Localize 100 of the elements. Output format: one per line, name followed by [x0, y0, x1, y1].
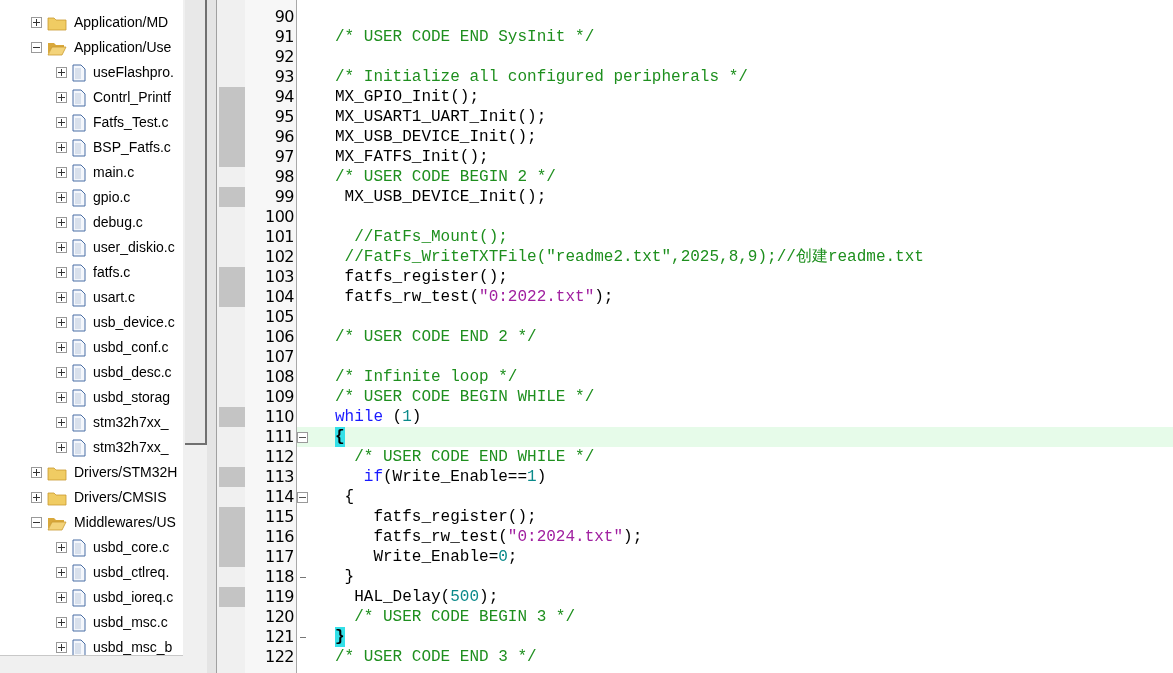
fold-icon[interactable] [297, 491, 308, 503]
code-text: fatfs_rw_test( [372, 527, 508, 547]
tree-item[interactable]: usbd_desc.c [93, 362, 172, 383]
expand-icon[interactable] [56, 567, 67, 578]
expand-icon[interactable] [56, 442, 67, 453]
file-icon [72, 288, 86, 307]
tree-item[interactable]: stm32h7xx_ [93, 437, 169, 458]
tree-item[interactable]: stm32h7xx_ [93, 412, 169, 433]
expand-icon[interactable] [56, 642, 67, 653]
tree-item[interactable]: fatfs.c [93, 262, 131, 283]
code-text: fatfs_rw_test( [343, 287, 480, 307]
line-number: 111 [264, 427, 294, 447]
collapse-icon[interactable] [31, 42, 42, 53]
horizontal-scrollbar[interactable] [0, 655, 183, 673]
code-text: /* USER CODE END 2 */ [335, 327, 537, 347]
code-text: //FatFs_WriteTXTFile("readme2.txt",2025,8,9);//创建readme.txt [343, 247, 924, 267]
expand-icon[interactable] [56, 417, 67, 428]
tree-item[interactable]: gpio.c [93, 187, 131, 208]
expand-icon[interactable] [56, 367, 67, 378]
code-text: //FatFs_Mount(); [353, 227, 508, 247]
tree-item[interactable]: Drivers/CMSIS [74, 487, 167, 508]
tree-item[interactable]: Fatfs_Test.c [93, 112, 169, 133]
file-icon [72, 413, 86, 432]
code-text: 500 [450, 587, 480, 607]
expand-icon[interactable] [56, 617, 67, 628]
expand-icon[interactable] [56, 342, 67, 353]
expand-icon[interactable] [56, 542, 67, 553]
scrollbar-thumb[interactable] [185, 0, 207, 445]
line-number: 103 [264, 267, 294, 287]
code-text: HAL_Delay( [353, 587, 451, 607]
expand-icon[interactable] [56, 167, 67, 178]
tree-item[interactable]: usbd_msc.c [93, 612, 168, 633]
file-icon [72, 263, 86, 282]
line-number: 114 [264, 487, 294, 507]
file-icon [72, 588, 86, 607]
line-number: 116 [264, 527, 294, 547]
expand-icon[interactable] [56, 142, 67, 153]
line-number: 110 [264, 407, 294, 427]
tree-item[interactable]: usbd_ctlreq. [93, 562, 170, 583]
fold-icon[interactable] [297, 431, 308, 443]
tree-item[interactable]: user_diskio.c [93, 237, 175, 258]
expand-icon[interactable] [56, 117, 67, 128]
line-number: 112 [264, 447, 294, 467]
expand-icon[interactable] [56, 92, 67, 103]
tree-item[interactable]: usbd_core.c [93, 537, 170, 558]
tree-item[interactable]: useFlashpro. [93, 62, 174, 83]
tree-item[interactable]: usbd_storag [93, 387, 171, 408]
file-icon [72, 113, 86, 132]
line-number: 100 [264, 207, 294, 227]
expand-icon[interactable] [31, 467, 42, 478]
code-text: if [362, 467, 383, 487]
line-number: 91 [274, 27, 294, 47]
file-icon [72, 538, 86, 557]
tree-item[interactable]: usart.c [93, 287, 135, 308]
tree-item[interactable]: main.c [93, 162, 135, 183]
collapse-icon[interactable] [31, 517, 42, 528]
tree-item[interactable]: Middlewares/US [74, 512, 176, 533]
expand-icon[interactable] [31, 492, 42, 503]
expand-icon[interactable] [31, 17, 42, 28]
tree-item[interactable]: usbd_msc_b [93, 637, 173, 655]
code-text: 1 [402, 407, 412, 427]
file-icon [72, 163, 86, 182]
code-text: MX_USART1_UART_Init(); [335, 107, 547, 127]
file-icon [72, 88, 86, 107]
expand-icon[interactable] [56, 67, 67, 78]
expand-icon[interactable] [56, 592, 67, 603]
code-text: (Write_Enable== [383, 467, 528, 487]
code-text: /* USER CODE END WHILE */ [353, 447, 595, 467]
line-number: 96 [274, 127, 294, 147]
expand-icon[interactable] [56, 392, 67, 403]
line-number: 120 [264, 607, 294, 627]
expand-icon[interactable] [56, 292, 67, 303]
line-number: 94 [274, 87, 294, 107]
tree-item[interactable]: debug.c [93, 212, 143, 233]
code-text: 0 [498, 547, 508, 567]
tree-item[interactable]: Contrl_Printf [93, 87, 171, 108]
code-text: /* USER CODE BEGIN WHILE */ [335, 387, 595, 407]
line-number: 90 [274, 7, 294, 27]
line-number: 122 [264, 647, 294, 667]
tree-item[interactable]: usb_device.c [93, 312, 175, 333]
code-text: 1 [527, 467, 537, 487]
file-icon [72, 238, 86, 257]
line-number: 105 [264, 307, 294, 327]
tree-item[interactable]: Drivers/STM32H [74, 462, 178, 483]
matched-brace: } [335, 627, 345, 647]
tree-item[interactable]: usbd_ioreq.c [93, 587, 174, 608]
vertical-scrollbar[interactable] [183, 0, 207, 673]
folder-icon [47, 489, 67, 506]
tree-item[interactable]: Application/MD [74, 12, 169, 33]
code-text: ( [391, 407, 403, 427]
tree-item[interactable]: BSP_Fatfs.c [93, 137, 171, 158]
tree-item[interactable]: usbd_conf.c [93, 337, 169, 358]
expand-icon[interactable] [56, 192, 67, 203]
line-number: 99 [274, 187, 294, 207]
tree-item[interactable]: Application/Use [74, 37, 172, 58]
expand-icon[interactable] [56, 317, 67, 328]
expand-icon[interactable] [56, 217, 67, 228]
expand-icon[interactable] [56, 242, 67, 253]
expand-icon[interactable] [56, 267, 67, 278]
line-number: 95 [274, 107, 294, 127]
